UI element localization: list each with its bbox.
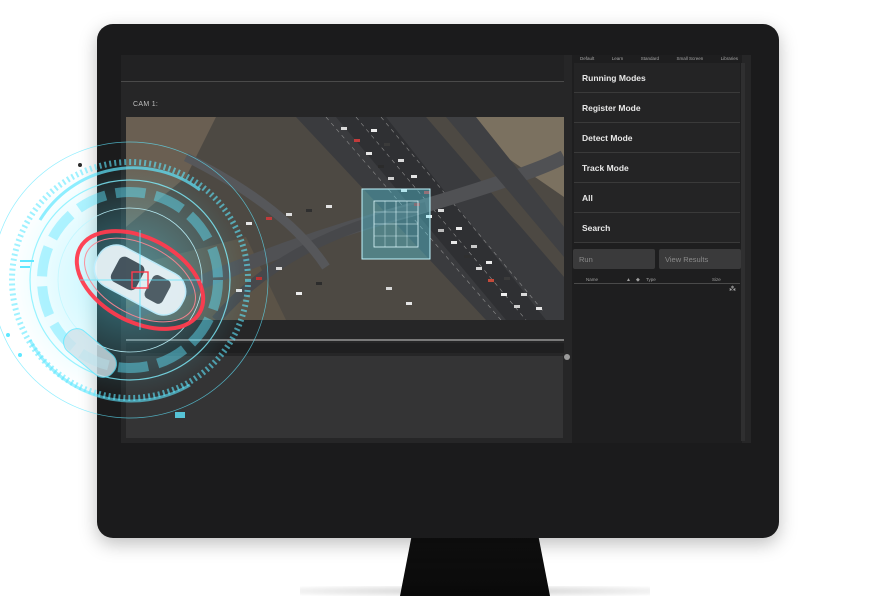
timeline-scrub-handle[interactable]: [564, 354, 570, 360]
menu-item-label: Register Mode: [582, 102, 641, 113]
results-table-header: Name ▲ ◆ Type Size: [574, 276, 740, 284]
preset-default[interactable]: Default: [580, 56, 594, 61]
workspace-presets: Default Learn Standard Small Screen Libr…: [574, 53, 744, 63]
menu-item-detect-mode[interactable]: Detect Mode: [574, 123, 740, 153]
column-name[interactable]: Name: [586, 277, 598, 282]
preset-small-screen[interactable]: Small Screen: [676, 56, 703, 61]
column-type[interactable]: Type: [646, 277, 656, 282]
menu-item-register-mode[interactable]: Register Mode: [574, 93, 740, 123]
tag-icon: ◆: [636, 276, 640, 283]
hud-overlay: [0, 141, 269, 419]
action-buttons: Run View Results: [573, 249, 741, 269]
menu-item-label: Running Modes: [582, 72, 646, 83]
menu-item-search[interactable]: Search: [574, 213, 740, 243]
menu-item-running-modes[interactable]: Running Modes: [574, 63, 740, 93]
sort-up-icon[interactable]: ▲: [626, 277, 631, 283]
menu-item-label: All: [582, 192, 593, 203]
menu-item-label: Track Mode: [582, 162, 629, 173]
preset-libraries[interactable]: Libraries: [721, 56, 738, 61]
menu-item-label: Search: [582, 222, 611, 233]
menu-item-all[interactable]: All: [574, 183, 740, 213]
run-button[interactable]: Run: [573, 249, 655, 269]
tree-icon[interactable]: ⁂: [729, 285, 736, 293]
menu-item-label: Detect Mode: [582, 132, 633, 143]
video-toolbar: [121, 55, 564, 82]
column-size[interactable]: Size: [712, 277, 721, 282]
monitor-stand-shadow: [300, 586, 650, 596]
view-results-button[interactable]: View Results: [659, 249, 741, 269]
preset-learn[interactable]: Learn: [612, 56, 624, 61]
detection-box: [361, 188, 431, 260]
preset-standard[interactable]: Standard: [641, 56, 659, 61]
right-panel-scrollbar[interactable]: [741, 63, 745, 441]
camera-label: CAM 1:: [133, 101, 159, 108]
mode-menu: Running Modes Register Mode Detect Mode …: [574, 63, 740, 243]
menu-item-track-mode[interactable]: Track Mode: [574, 153, 740, 183]
